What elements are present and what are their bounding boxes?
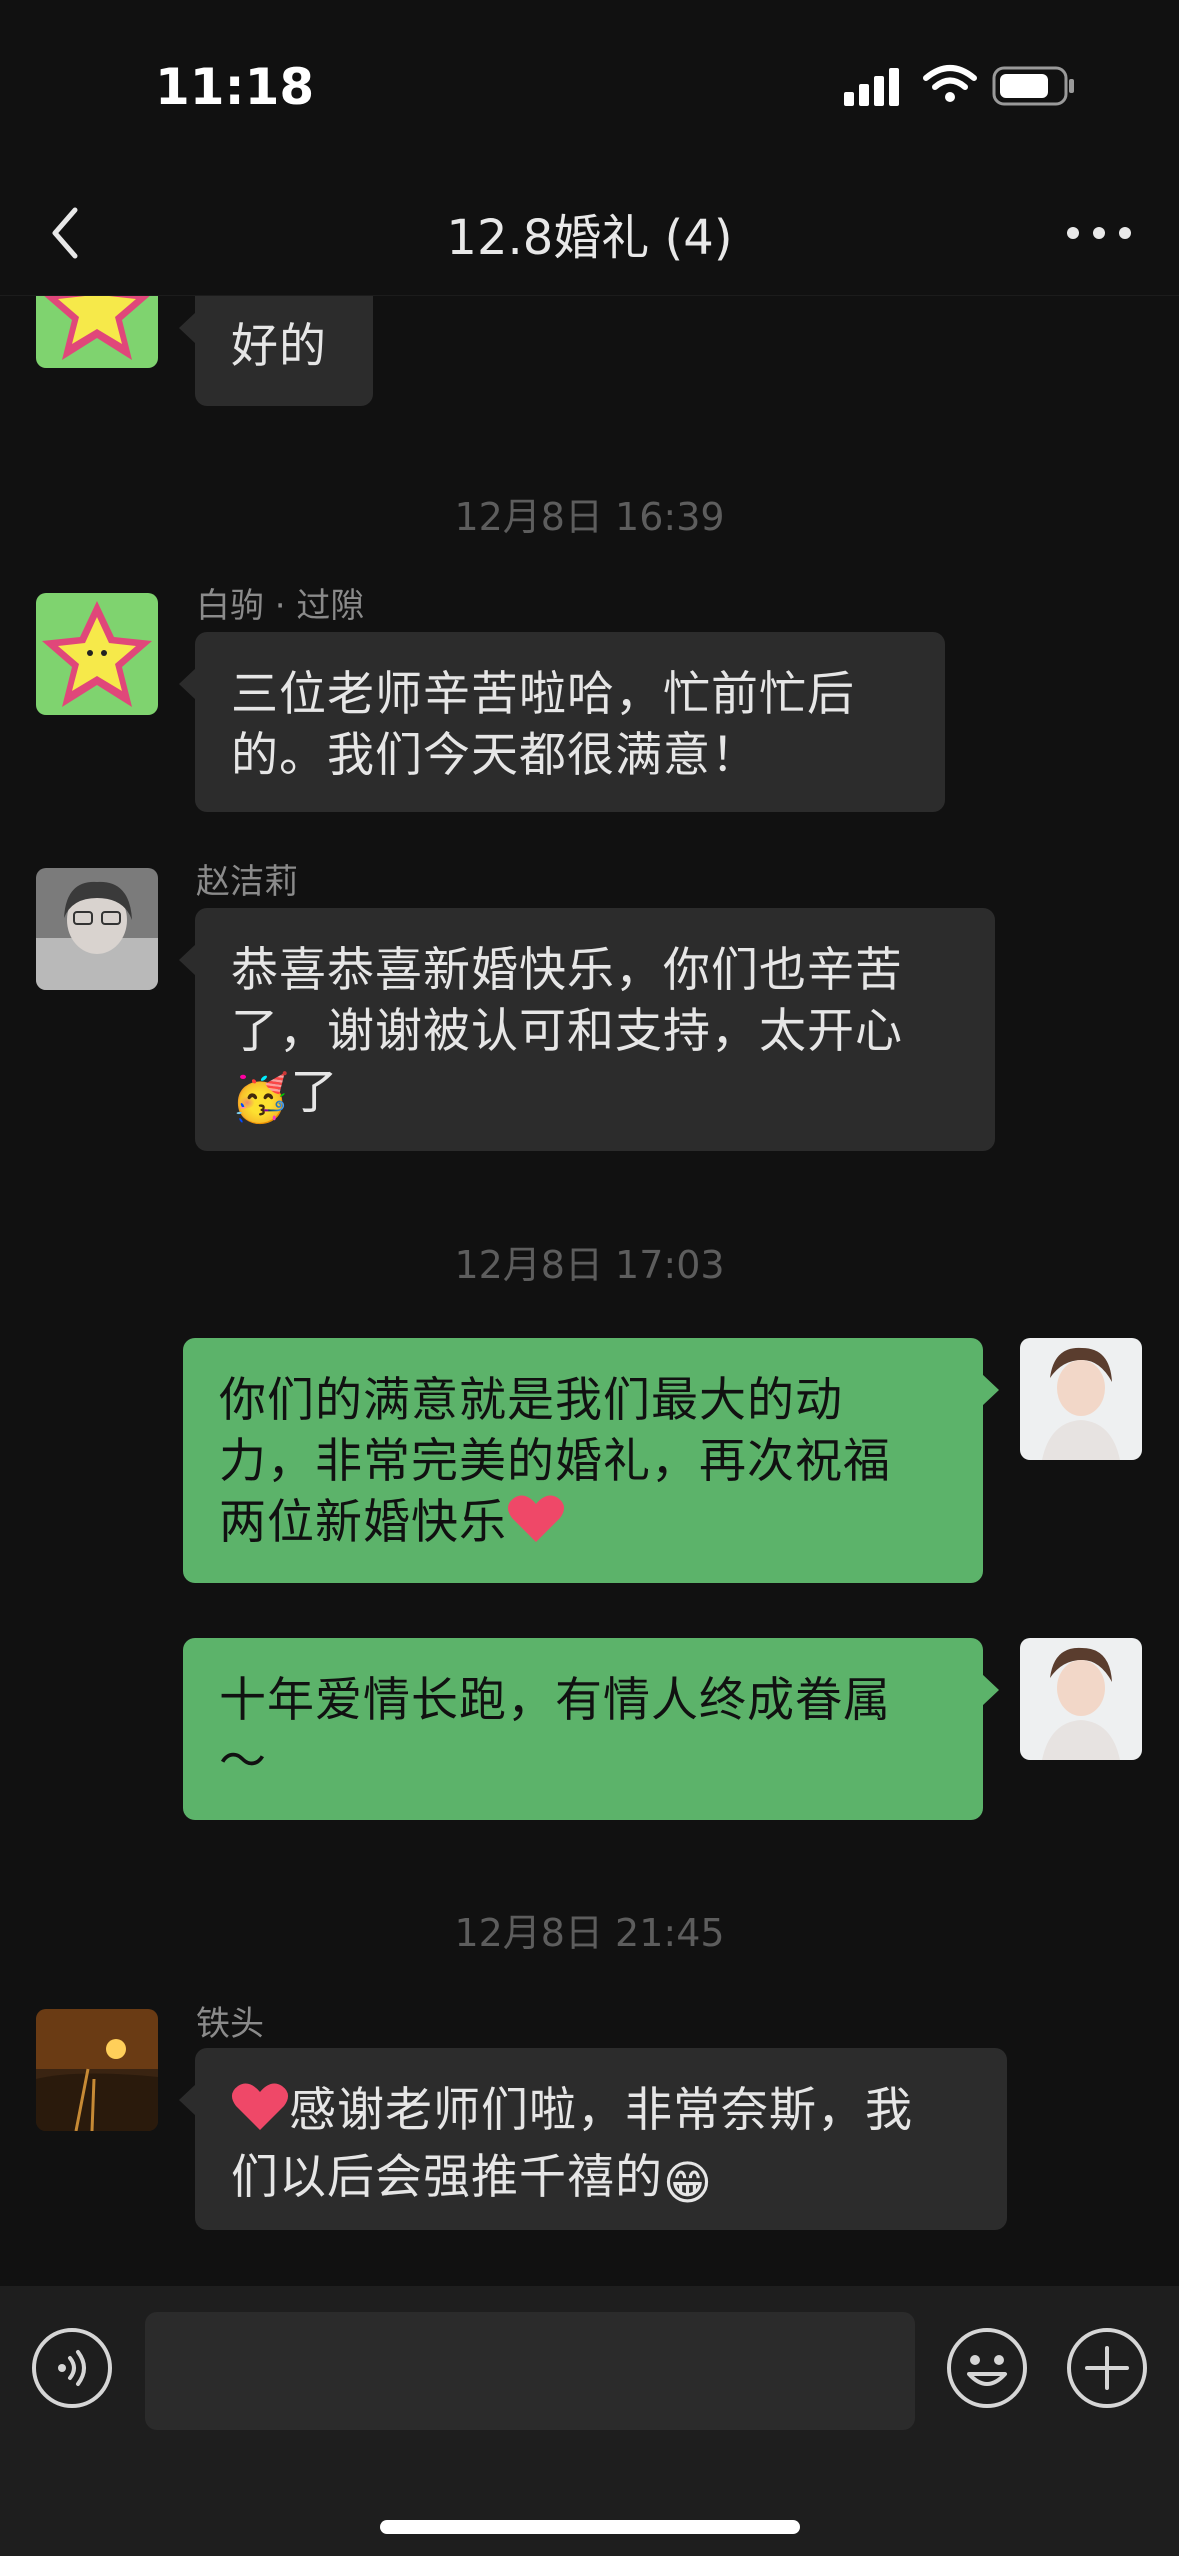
more-icon (1067, 227, 1131, 239)
emoji-icon (947, 2328, 1027, 2408)
sender-name: 白驹 · 过隙 (196, 586, 365, 626)
message-text: ～ (219, 1734, 267, 1789)
message-item: 好的 (0, 296, 1179, 416)
message-bubble[interactable]: 恭喜恭喜新婚快乐，你们也辛苦 了，谢谢被认可和支持，太开心 🥳了 (179, 908, 995, 1151)
message-bubble[interactable]: 感谢老师们啦，非常奈斯，我 们以后会强推千禧的😁 (179, 2048, 1007, 2230)
message-bubble[interactable]: 三位老师辛苦啦哈，忙前忙后 的。我们今天都很满意！ (179, 632, 945, 812)
message-text: 们以后会强推千禧的 (231, 2150, 663, 2205)
timestamp: 12月8日 21:45 (454, 1911, 725, 1955)
avatar[interactable] (36, 593, 158, 715)
chat-area[interactable]: 好的 12月8日 16:39 白驹 · 过隙 三位老师辛苦啦哈，忙前忙后 的。我… (0, 296, 1179, 2286)
message-text: 好的 (231, 319, 327, 374)
party-face-emoji: 🥳 (231, 1071, 291, 1126)
grin-emoji: 😁 (663, 2156, 713, 2211)
status-icons (844, 62, 1084, 112)
timestamp: 12月8日 17:03 (454, 1243, 725, 1287)
message-bubble[interactable]: 你们的满意就是我们最大的动 力，非常完美的婚礼，再次祝福 两位新婚快乐 (183, 1338, 999, 1583)
heart-emoji (231, 2082, 289, 2147)
star-avatar-icon (36, 296, 158, 368)
message-text: 了，谢谢被认可和支持，太开心 (231, 1004, 903, 1059)
message-text: 两位新婚快乐 (219, 1495, 507, 1550)
signal-wifi-battery-icon (844, 65, 1074, 106)
message-bubble[interactable]: 十年爱情长跑，有情人终成眷属 ～ (183, 1638, 999, 1820)
avatar[interactable] (1020, 1638, 1142, 1760)
more-button[interactable] (1059, 198, 1139, 268)
message-input[interactable] (145, 2312, 915, 2430)
self-avatar-icon (1020, 1638, 1142, 1760)
voice-button[interactable] (30, 2326, 114, 2410)
plus-button[interactable] (1065, 2326, 1149, 2410)
emoji-button[interactable] (945, 2326, 1029, 2410)
nav-bar: 12.8婚礼 (4) (0, 170, 1179, 296)
message-bubble[interactable]: 好的 (179, 296, 373, 406)
chat-title: 12.8婚礼 (4) (446, 210, 733, 266)
status-bar: 11:18 (0, 0, 1179, 170)
avatar[interactable] (36, 2009, 158, 2131)
message-text: 的。我们今天都很满意！ (231, 728, 759, 783)
message-text: 感谢老师们啦，非常奈斯，我 (289, 2083, 913, 2138)
avatar[interactable] (36, 868, 158, 990)
star-avatar-icon (36, 593, 158, 715)
timestamp: 12月8日 16:39 (454, 495, 725, 539)
self-avatar-icon (1020, 1338, 1142, 1460)
avatar[interactable] (36, 296, 158, 368)
message-text: 恭喜恭喜新婚快乐，你们也辛苦 (231, 943, 903, 998)
message-text: 三位老师辛苦啦哈，忙前忙后 (231, 667, 855, 722)
input-bar (0, 2286, 1179, 2556)
sender-name: 赵洁莉 (196, 862, 298, 902)
voice-icon (32, 2328, 112, 2408)
heart-emoji (507, 1494, 565, 1559)
sender-name: 铁头 (196, 2004, 264, 2044)
message-text: 十年爱情长跑，有情人终成眷属 (219, 1673, 891, 1728)
message-text: 力，非常完美的婚礼，再次祝福 (219, 1434, 891, 1489)
status-time: 11:18 (155, 58, 315, 116)
message-text: 你们的满意就是我们最大的动 (219, 1373, 843, 1428)
plus-icon (1067, 2328, 1147, 2408)
avatar[interactable] (1020, 1338, 1142, 1460)
sunset-avatar-icon (36, 2009, 158, 2131)
person-avatar-icon (36, 868, 158, 990)
home-indicator[interactable] (380, 2520, 800, 2534)
message-text: 了 (290, 1065, 339, 1120)
